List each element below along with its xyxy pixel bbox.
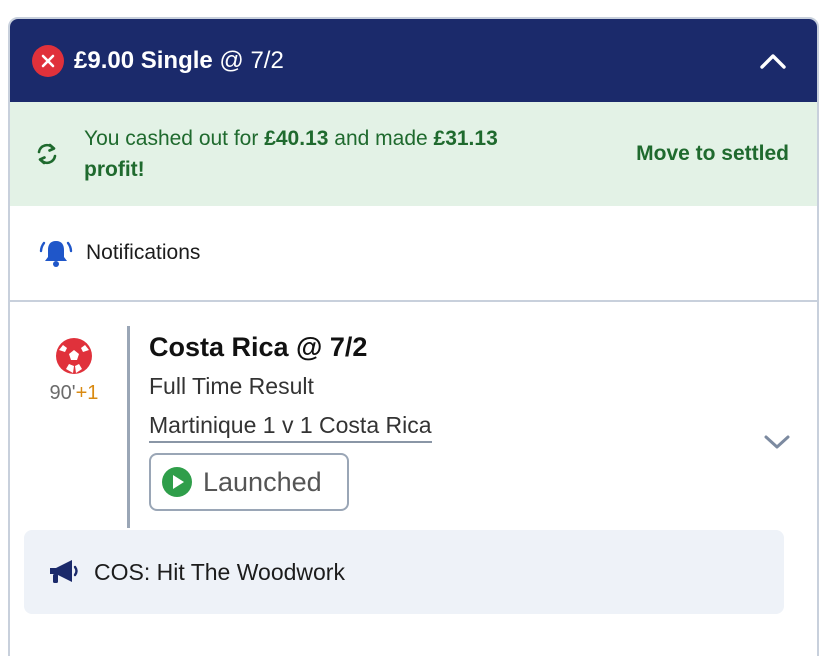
close-icon [32, 44, 64, 77]
chevron-up-icon [760, 53, 786, 69]
cashout-suffix: profit! [84, 158, 145, 181]
match-clock: 90'+1 [34, 336, 114, 405]
football-icon [54, 336, 94, 376]
expand-button[interactable] [761, 426, 793, 458]
match-minute: 90' [49, 382, 76, 404]
chevron-down-icon [764, 435, 790, 449]
move-to-settled-button[interactable]: Move to settled [636, 142, 789, 166]
collapse-button[interactable] [753, 41, 793, 81]
bet-title: £9.00 Single @ 7/2 [74, 47, 284, 75]
selection-pick: Costa Rica @ 7/2 [149, 332, 368, 362]
notifications-row[interactable]: Notifications [10, 206, 817, 302]
selection-row: 90'+1 Costa Rica @ 7/2 Full Time Result … [10, 302, 817, 550]
play-icon [162, 467, 192, 497]
added-time: +1 [75, 382, 99, 404]
refresh-icon [32, 139, 62, 169]
promo-banner[interactable]: COS: Hit The Woodwork [24, 530, 784, 614]
cashout-banner: You cashed out for £40.13 and made £31.1… [10, 102, 817, 206]
cashout-prefix: You cashed out for [84, 127, 265, 150]
promo-text: COS: Hit The Woodwork [94, 558, 345, 585]
cashout-profit: £31.13 [433, 127, 498, 150]
selection-market: Full Time Result [149, 373, 314, 399]
selection-divider [127, 326, 130, 528]
page: £9.00 Single @ 7/2 You cashed out for £4… [0, 0, 827, 656]
bell-icon [36, 233, 76, 273]
cashout-message: You cashed out for £40.13 and made £31.1… [84, 123, 564, 185]
bet-odds: @ 7/2 [219, 46, 284, 74]
status-badge: Launched [149, 453, 349, 511]
status-label: Launched [203, 466, 322, 497]
selection-event-link[interactable]: Martinique 1 v 1 Costa Rica [149, 412, 432, 443]
match-time: 90'+1 [34, 382, 114, 405]
notifications-label: Notifications [86, 241, 201, 264]
bet-header[interactable]: £9.00 Single @ 7/2 [10, 19, 817, 102]
bet-type: Single [140, 46, 213, 74]
megaphone-icon [50, 560, 78, 583]
selection-details: Costa Rica @ 7/2 Full Time Result Martin… [149, 332, 432, 511]
cashout-amount: £40.13 [264, 127, 329, 150]
bet-stake: £9.00 [74, 46, 135, 74]
cashout-middle: and made [328, 127, 434, 150]
